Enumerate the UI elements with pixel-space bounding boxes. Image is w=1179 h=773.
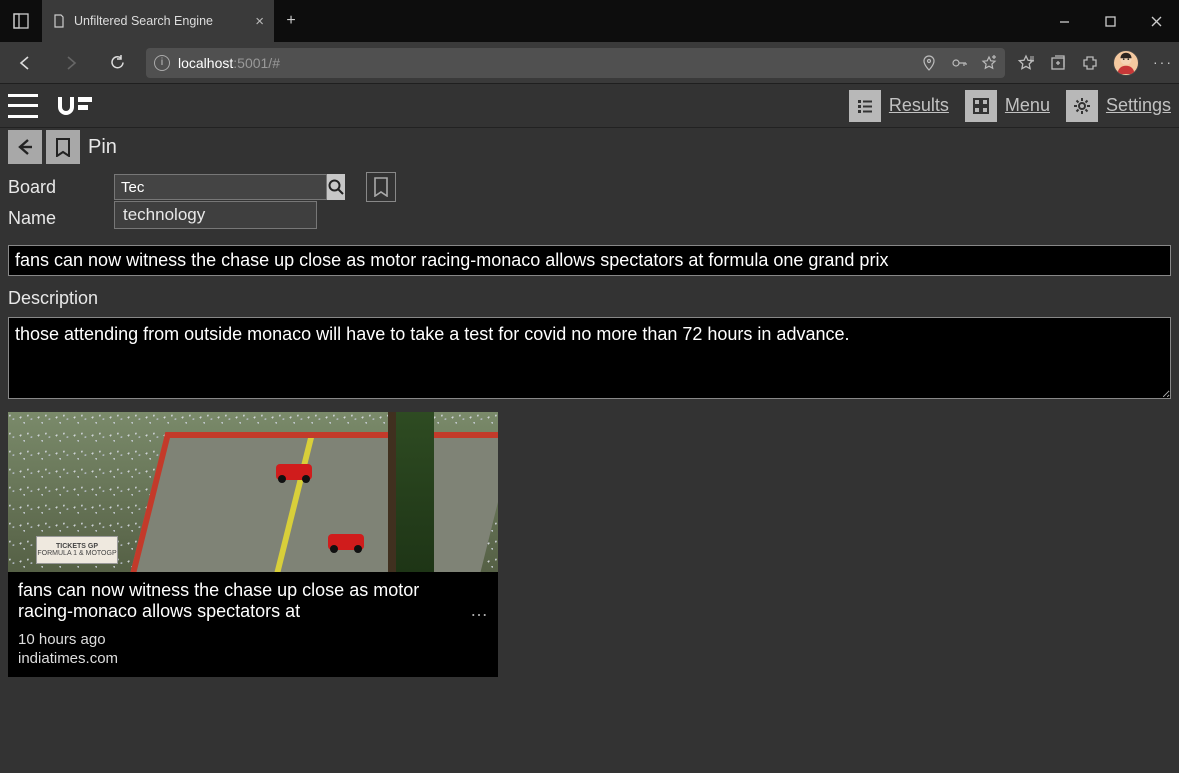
app-header: Results Menu Settings [0,84,1179,128]
bookmark-icon [373,177,389,197]
refresh-button[interactable] [100,46,134,80]
card-source: indiatimes.com [18,650,488,667]
close-window-button[interactable] [1133,0,1179,42]
browser-toolbar: i localhost:5001/# ··· [0,42,1179,84]
card-title: fans can now witness the chase up close … [18,580,460,621]
close-tab-icon[interactable]: × [255,13,264,30]
page-bookmark-button[interactable] [46,130,80,164]
settings-nav-button[interactable]: Settings [1066,90,1171,122]
page-back-button[interactable] [8,130,42,164]
key-icon[interactable] [951,55,967,71]
favorite-icon[interactable] [981,55,997,71]
results-label: Results [889,95,949,116]
hamburger-icon[interactable] [8,94,38,118]
toolbar-right-icons: ··· [1017,50,1171,76]
window-controls [1041,0,1179,42]
menu-label: Menu [1005,95,1050,116]
board-field-label: Board [8,177,104,198]
track-banner: TICKETS GP FORMULA 1 & MOTOGP [36,536,118,564]
tab-actions-icon[interactable] [0,0,42,42]
board-combo[interactable]: technology [114,174,344,200]
board-input[interactable] [115,177,326,198]
results-nav-button[interactable]: Results [849,90,949,122]
gear-icon [1066,90,1098,122]
board-search-button[interactable] [326,174,345,200]
forward-button[interactable] [54,46,88,80]
page-title: Pin [88,136,117,159]
menu-nav-button[interactable]: Menu [965,90,1050,122]
site-info-icon[interactable]: i [154,55,170,71]
location-icon[interactable] [921,55,937,71]
more-menu-icon[interactable]: ··· [1153,54,1171,72]
grid-icon [965,90,997,122]
card-image: TICKETS GP FORMULA 1 & MOTOGP [8,412,498,572]
back-button[interactable] [8,46,42,80]
name-input[interactable] [8,245,1171,276]
maximize-button[interactable] [1087,0,1133,42]
settings-label: Settings [1106,95,1171,116]
card-time: 10 hours ago [18,631,488,648]
extensions-icon[interactable] [1081,54,1099,72]
favorites-star-icon[interactable] [1017,54,1035,72]
tab-title: Unfiltered Search Engine [74,14,213,28]
page-subbar: Pin [0,128,1179,166]
pin-preview-card[interactable]: TICKETS GP FORMULA 1 & MOTOGP fans can n… [8,412,498,677]
search-icon [327,178,345,196]
card-more-icon[interactable]: … [470,600,488,621]
list-icon [849,90,881,122]
pin-form: Board technology Name Description TICKET… [0,166,1179,685]
browser-titlebar: Unfiltered Search Engine × + [0,0,1179,42]
browser-tab[interactable]: Unfiltered Search Engine × [42,0,274,42]
description-field-label: Description [8,288,1171,309]
profile-avatar[interactable] [1113,50,1139,76]
board-suggestion[interactable]: technology [114,201,317,229]
collections-icon[interactable] [1049,54,1067,72]
minimize-button[interactable] [1041,0,1087,42]
name-field-label: Name [8,208,104,229]
url-text: localhost:5001/# [178,55,280,71]
app-logo[interactable] [58,95,104,117]
description-input[interactable] [8,317,1171,399]
new-tab-button[interactable]: + [274,0,308,42]
page-icon [52,14,66,28]
save-board-button[interactable] [366,172,396,202]
address-bar[interactable]: i localhost:5001/# [146,48,1005,78]
